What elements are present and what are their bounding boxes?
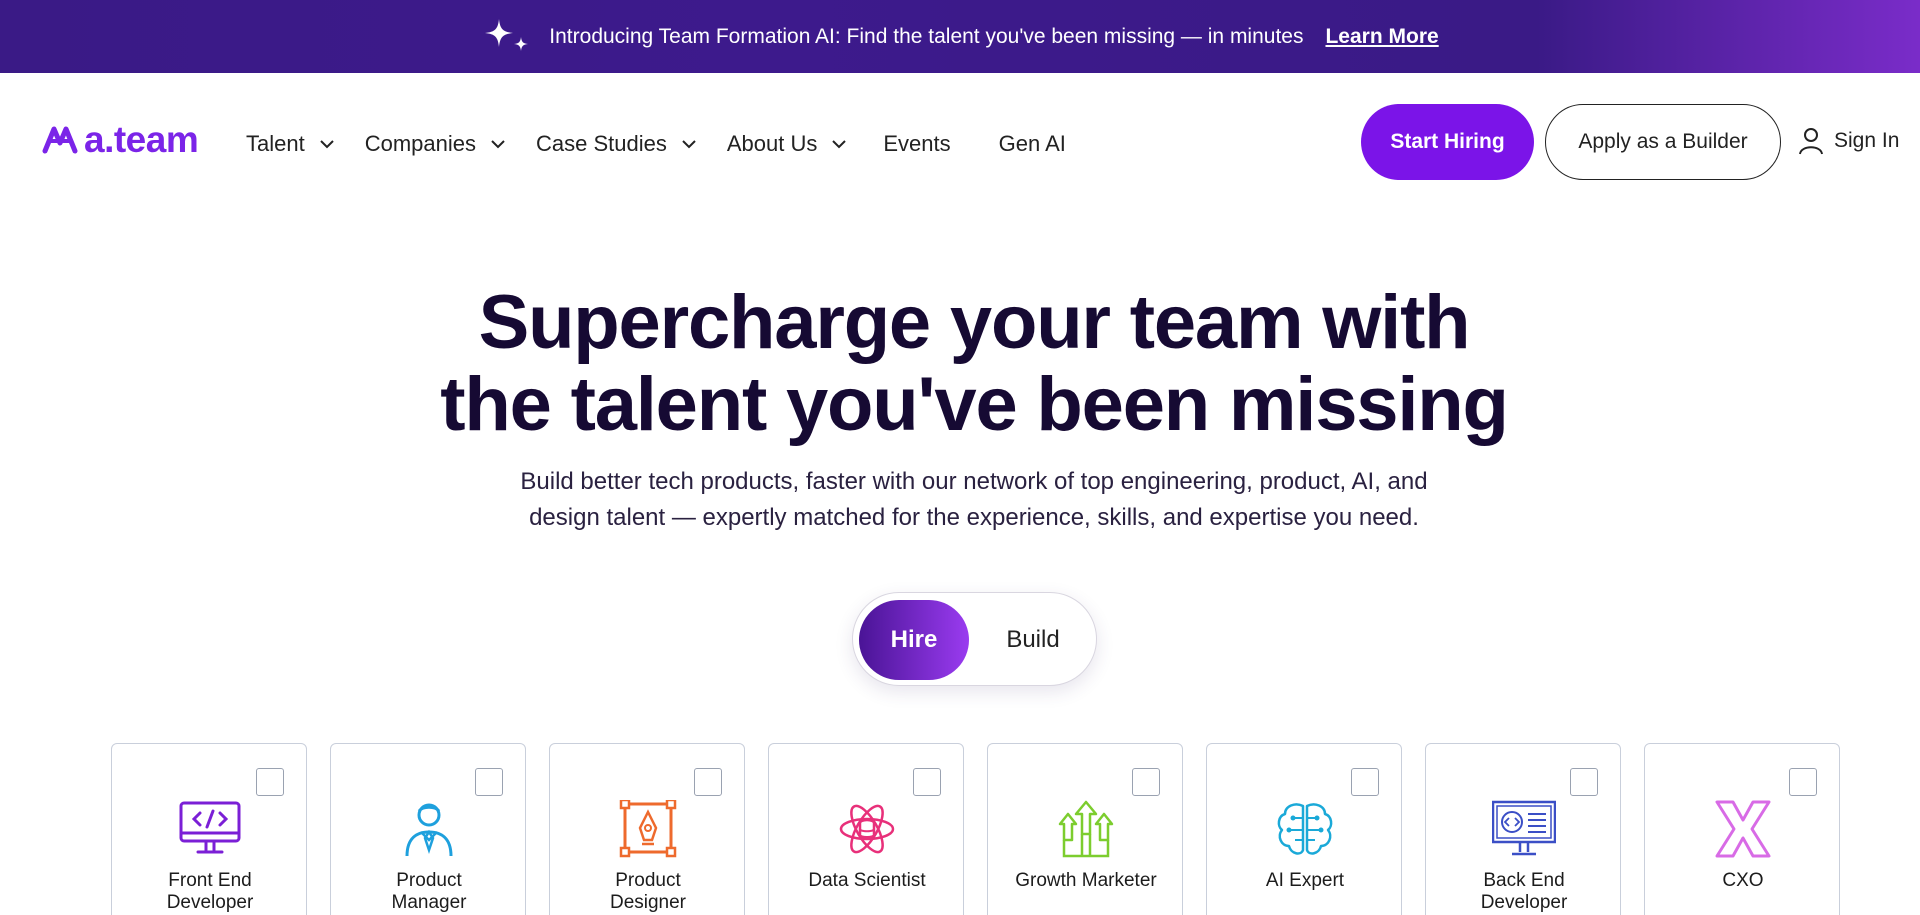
nav-item-about-us[interactable]: About Us [727,131,848,157]
nav-item-label: Case Studies [536,131,667,156]
role-label: AI Expert [1207,870,1403,892]
sign-in-label: Sign In [1834,129,1900,152]
role-label-line: Manager [391,892,467,913]
role-checkbox[interactable] [694,768,722,796]
chevron-down-icon [320,140,334,149]
pen-tool-icon [619,800,677,858]
apply-as-builder-button[interactable]: Apply as a Builder [1545,104,1781,180]
role-card-product-designer[interactable]: Product Designer [549,743,745,915]
announcement-bar: Introducing Team Formation AI: Find the … [0,0,1920,73]
code-screen-icon [1492,800,1556,856]
role-label-line: Data Scientist [808,870,926,891]
nav-item-label: Gen AI [998,131,1066,156]
role-checkbox[interactable] [1132,768,1160,796]
role-label-line: CXO [1722,870,1764,891]
role-card-cxo[interactable]: CXO [1644,743,1840,915]
learn-more-link[interactable]: Learn More [1325,25,1438,49]
chevron-down-icon [491,140,505,149]
growth-arrows-icon [1058,800,1114,858]
role-card-data-scientist[interactable]: Data Scientist [768,743,964,915]
role-label-line: Developer [1480,892,1568,913]
main-nav: a.team Talent Companies Case Studies Abo… [0,73,1920,213]
hire-build-toggle: Hire Build [852,592,1097,686]
role-card-growth-marketer[interactable]: Growth Marketer [987,743,1183,915]
ateam-logo-icon [42,126,78,154]
logo-wordmark: a.team [84,119,199,160]
role-checkbox[interactable] [256,768,284,796]
chevron-down-icon [682,140,696,149]
nav-item-label: Events [883,131,951,156]
nav-item-case-studies[interactable]: Case Studies [536,131,697,157]
toggle-hire-option[interactable]: Hire [859,600,969,680]
role-label-line: Designer [609,892,687,913]
role-checkbox[interactable] [913,768,941,796]
role-label: CXO [1645,870,1841,892]
nav-item-talent[interactable]: Talent [246,131,335,157]
brain-circuit-icon [1277,803,1333,855]
role-checkbox[interactable] [475,768,503,796]
nav-item-label: Companies [364,131,476,156]
role-label-line: Back End [1483,870,1565,891]
role-label: Front End Developer [112,870,308,914]
toggle-build-option[interactable]: Build [983,600,1083,680]
role-card-product-manager[interactable]: Product Manager [330,743,526,915]
role-label: Back End Developer [1426,870,1622,914]
person-tie-icon [405,803,453,857]
hero-subtitle: Build better tech products, faster with … [0,464,1920,536]
role-checkbox[interactable] [1570,768,1598,796]
code-monitor-icon [179,801,241,854]
role-card-back-end-developer[interactable]: Back End Developer [1425,743,1621,915]
announcement-text: Introducing Team Formation AI: Find the … [549,24,1304,48]
nav-menu: Talent Companies Case Studies About Us E… [246,131,1114,157]
hero-subtitle-line: design talent — expertly matched for the… [529,504,1419,531]
nav-item-label: Talent [246,131,305,156]
sign-in-link[interactable]: Sign In [1798,127,1899,155]
role-label: Product Designer [550,870,746,914]
hero-title-line: Supercharge your team with [478,280,1471,365]
nav-item-gen-ai[interactable]: Gen AI [999,131,1066,157]
role-label: Data Scientist [769,870,965,892]
hero-subtitle-line: Build better tech products, faster with … [520,468,1428,495]
nav-item-companies[interactable]: Companies [365,131,506,157]
hero-title-line: the talent you've been missing [440,362,1509,447]
logo[interactable]: a.team [42,119,199,161]
role-label-line: AI Expert [1265,870,1345,891]
role-card-ai-expert[interactable]: AI Expert [1206,743,1402,915]
role-label-line: Developer [166,892,254,913]
sparkle-icon [485,18,529,51]
role-label: Growth Marketer [988,870,1184,892]
role-label-line: Product [615,870,681,891]
role-label-line: Growth Marketer [1015,870,1157,891]
start-hiring-button[interactable]: Start Hiring [1361,104,1534,180]
user-icon [1799,128,1823,155]
nav-item-label: About Us [726,131,818,156]
chevron-down-icon [832,140,847,149]
role-label-line: Product [396,870,462,891]
role-label-line: Front End [168,870,252,891]
x-letter-icon [1715,800,1771,858]
nav-item-events[interactable]: Events [883,131,950,157]
atom-database-icon [839,804,895,854]
role-checkbox[interactable] [1789,768,1817,796]
role-card-front-end-developer[interactable]: Front End Developer [111,743,307,915]
role-label: Product Manager [331,870,527,914]
hero-title: Supercharge your team with the talent yo… [0,282,1920,446]
role-checkbox[interactable] [1351,768,1379,796]
